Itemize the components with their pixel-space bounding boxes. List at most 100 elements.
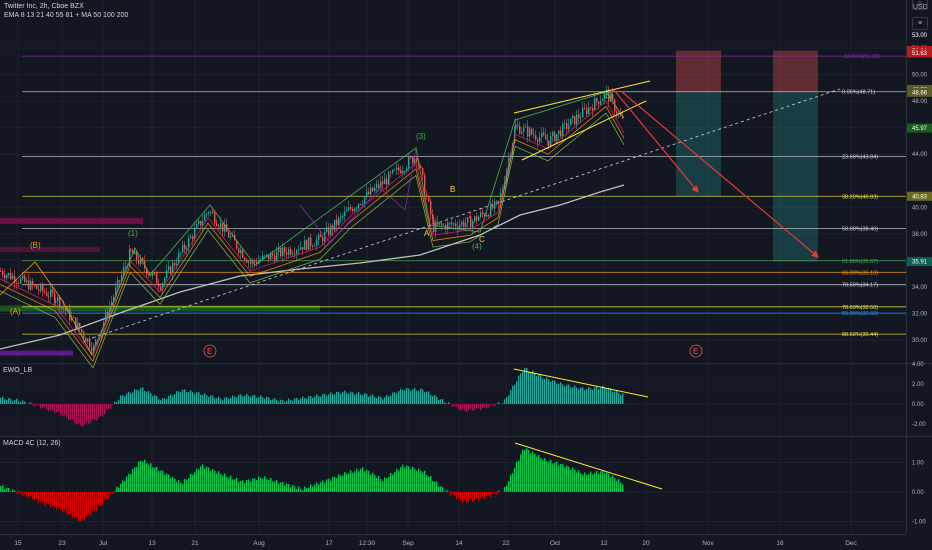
- macd-bar: [146, 463, 148, 492]
- candle-body: [30, 280, 32, 290]
- ewo-bar: [288, 398, 290, 404]
- ewo-bar: [616, 390, 618, 404]
- x-axis-tick-label: 12: [600, 540, 608, 547]
- candle-body: [166, 270, 168, 279]
- fib-level-label: 38.20%(40.83): [842, 194, 878, 200]
- candle-body: [576, 114, 578, 125]
- candle-body: [370, 187, 372, 195]
- macd-bar: [412, 466, 414, 492]
- macd-bar: [126, 476, 128, 492]
- macd-bar: [46, 492, 48, 504]
- macd-bar: [304, 486, 306, 492]
- ewo-bar: [316, 394, 318, 404]
- ewo-bar: [130, 393, 132, 404]
- macd-bar: [422, 472, 424, 492]
- macd-bar: [342, 475, 344, 492]
- candle-body: [42, 284, 44, 292]
- ewo-bar: [240, 394, 242, 404]
- ewo-bar: [164, 398, 166, 404]
- ewo-bar: [468, 404, 470, 410]
- macd-bar: [600, 471, 602, 492]
- ewo-bar: [312, 397, 314, 404]
- candle-body: [222, 223, 224, 232]
- candle-body: [531, 128, 533, 134]
- macd-bar: [528, 449, 530, 492]
- ewo-bar: [426, 391, 428, 404]
- macd-bar: [470, 492, 472, 500]
- macd-bar: [264, 476, 266, 492]
- price-chart[interactable]: -13.60%(51.39) 0.00%(48.71) 23.60%(43.84) 3…: [0, 0, 932, 550]
- candle-body: [394, 169, 396, 171]
- candle-body: [8, 272, 10, 275]
- candle-body: [380, 181, 382, 188]
- ewo-bar: [594, 387, 596, 404]
- ewo-bar: [524, 367, 526, 404]
- candle-body: [130, 249, 132, 251]
- macd-bar: [144, 459, 146, 492]
- macd-bar: [558, 465, 560, 492]
- macd-bar: [414, 468, 416, 492]
- ewo-bar: [384, 397, 386, 404]
- candle-body: [180, 252, 182, 254]
- macd-bar: [358, 471, 360, 492]
- ewo-bar: [72, 404, 74, 420]
- ewo-bar: [144, 390, 146, 404]
- ewo-bar: [44, 404, 46, 407]
- macd-bar: [608, 473, 610, 492]
- ewo-bar: [38, 404, 40, 406]
- candle-body: [364, 197, 366, 204]
- candle-body: [50, 289, 52, 297]
- macd-bar: [214, 470, 216, 492]
- candle-body: [336, 219, 338, 226]
- x-axis-tick-label: 22: [502, 540, 510, 547]
- ewo-bar: [306, 398, 308, 404]
- candle-body: [340, 216, 342, 218]
- ewo-bar: [114, 401, 116, 404]
- candle-body: [20, 278, 22, 284]
- ewo-bar: [82, 404, 84, 427]
- ewo-bar: [150, 393, 152, 404]
- macd-bar: [376, 477, 378, 492]
- ewo-bar: [544, 378, 546, 404]
- candle-body: [75, 317, 77, 330]
- ewo-bar: [622, 393, 624, 404]
- price-tag-label: 45.97: [912, 126, 928, 132]
- x-axis-tick-label: Oct: [550, 540, 560, 547]
- macd-bar: [12, 489, 14, 492]
- macd-bar: [24, 492, 26, 494]
- macd-bar: [402, 464, 404, 492]
- macd-bar: [242, 480, 244, 492]
- macd-bar: [436, 481, 438, 492]
- candle-body: [208, 212, 210, 214]
- ewo-bar: [20, 402, 22, 404]
- macd-bar: [460, 492, 462, 501]
- ewo-bar: [498, 402, 500, 404]
- macd-bar: [122, 480, 124, 492]
- macd-bar: [268, 479, 270, 492]
- home-button[interactable]: ⌂: [912, 0, 928, 10]
- ewo-bar: [250, 397, 252, 404]
- candle-body: [472, 221, 474, 228]
- ewo-bar: [436, 396, 438, 404]
- ewo-bar: [326, 395, 328, 404]
- candle-body: [580, 117, 582, 119]
- ewo-bar: [422, 389, 424, 404]
- candle-body: [32, 280, 34, 286]
- macd-bar: [284, 485, 286, 492]
- ewo-bar: [230, 397, 232, 404]
- candle-body: [588, 107, 590, 114]
- ewo-bar: [602, 385, 604, 404]
- candle-body: [16, 283, 18, 284]
- ewo-bar: [212, 395, 214, 404]
- ewo-bar: [424, 392, 426, 404]
- fib-level-label: 0.00%(48.71): [842, 90, 875, 96]
- macd-bar: [204, 468, 206, 492]
- ewo-bar: [278, 401, 280, 404]
- candle-body: [28, 280, 30, 290]
- settings-button[interactable]: ≡: [912, 17, 928, 30]
- ewo-bar: [620, 394, 622, 404]
- ewo-bar: [172, 395, 174, 404]
- ewo-bar: [104, 404, 106, 415]
- ewo-bar: [366, 394, 368, 404]
- candle-body: [57, 297, 59, 301]
